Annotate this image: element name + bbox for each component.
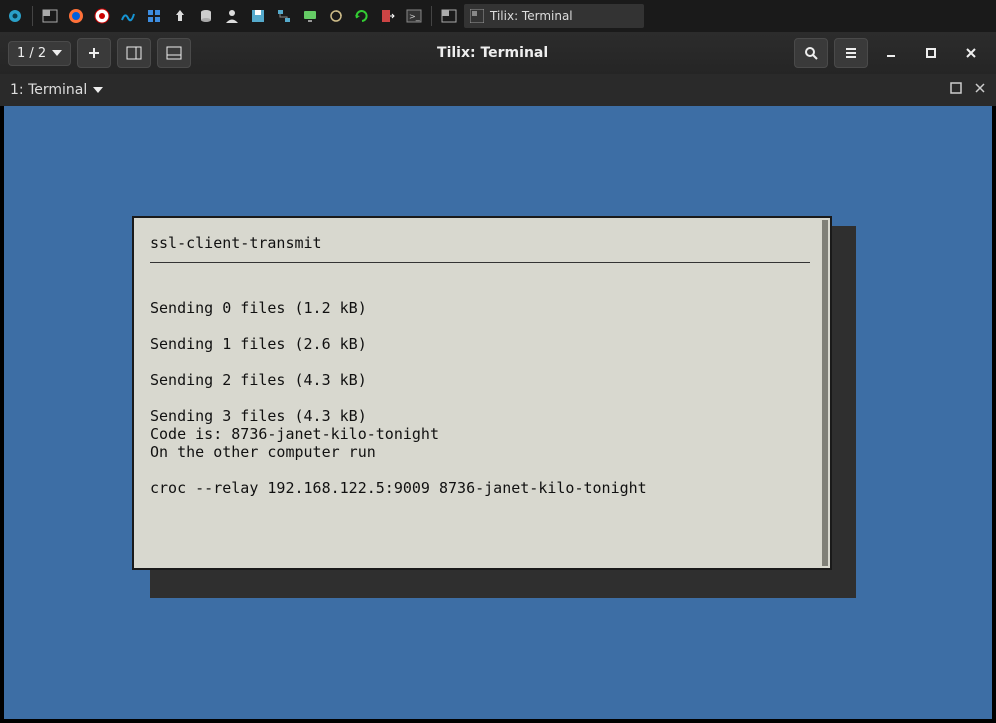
exit-icon[interactable] [377, 5, 399, 27]
maximize-icon [925, 47, 937, 59]
wireshark-icon[interactable] [117, 5, 139, 27]
terminal-small-icon[interactable]: >_ [403, 5, 425, 27]
terminal-tab[interactable]: 1: Terminal [10, 82, 103, 98]
firefox-icon[interactable] [65, 5, 87, 27]
new-session-button[interactable] [77, 38, 111, 68]
minimize-button[interactable] [874, 38, 908, 68]
cycle-icon[interactable] [325, 5, 347, 27]
upload-icon[interactable] [169, 5, 191, 27]
taskbar-window-button[interactable]: Tilix: Terminal [464, 4, 644, 28]
disk-icon[interactable] [247, 5, 269, 27]
terminal-canvas[interactable]: ssl-client-transmit Sending 0 files (1.2… [0, 106, 996, 723]
close-button[interactable] [954, 38, 988, 68]
minimize-icon [885, 47, 897, 59]
tui-dialog: ssl-client-transmit Sending 0 files (1.2… [132, 216, 832, 570]
search-icon [804, 46, 818, 60]
close-icon [965, 47, 977, 59]
search-button[interactable] [794, 38, 828, 68]
maximize-icon [950, 82, 962, 94]
dialog-body: Sending 0 files (1.2 kB) Sending 1 files… [150, 281, 810, 497]
os-taskbar: >_ Tilix: Terminal [0, 0, 996, 32]
tab-close-button[interactable] [974, 82, 986, 98]
session-counter: 1 / 2 [17, 46, 46, 61]
chevron-down-icon [52, 50, 62, 56]
titlebar: 1 / 2 Tilix: Terminal [0, 32, 996, 74]
database-icon[interactable] [195, 5, 217, 27]
taskbar-separator [431, 6, 432, 26]
show-desktop-icon[interactable] [438, 5, 460, 27]
taskbar-separator [32, 6, 33, 26]
hamburger-menu-button[interactable] [834, 38, 868, 68]
redo-icon[interactable] [351, 5, 373, 27]
tilix-window: 1 / 2 Tilix: Terminal [0, 32, 996, 723]
terminal-tabbar: 1: Terminal [0, 74, 996, 106]
dialog-divider [150, 262, 810, 263]
svg-text:>_: >_ [409, 12, 421, 21]
network-icon[interactable] [273, 5, 295, 27]
app-menu-icon[interactable] [4, 5, 26, 27]
tab-maximize-button[interactable] [950, 82, 962, 98]
split-right-button[interactable] [117, 38, 151, 68]
user-icon[interactable] [221, 5, 243, 27]
dialog-title: ssl-client-transmit [150, 234, 810, 262]
display-icon[interactable] [299, 5, 321, 27]
hamburger-icon [844, 46, 858, 60]
help-icon[interactable] [91, 5, 113, 27]
close-icon [974, 82, 986, 94]
workspace-icon[interactable] [39, 5, 61, 27]
chevron-down-icon [93, 87, 103, 93]
maximize-button[interactable] [914, 38, 948, 68]
session-switcher[interactable]: 1 / 2 [8, 41, 71, 66]
split-down-button[interactable] [157, 38, 191, 68]
terminal-tab-label: 1: Terminal [10, 82, 87, 98]
dialog-scroll-gutter [822, 220, 828, 566]
taskbar-window-label: Tilix: Terminal [490, 9, 573, 23]
grid-app-icon[interactable] [143, 5, 165, 27]
window-title: Tilix: Terminal [197, 45, 788, 61]
tilix-icon [470, 9, 484, 23]
